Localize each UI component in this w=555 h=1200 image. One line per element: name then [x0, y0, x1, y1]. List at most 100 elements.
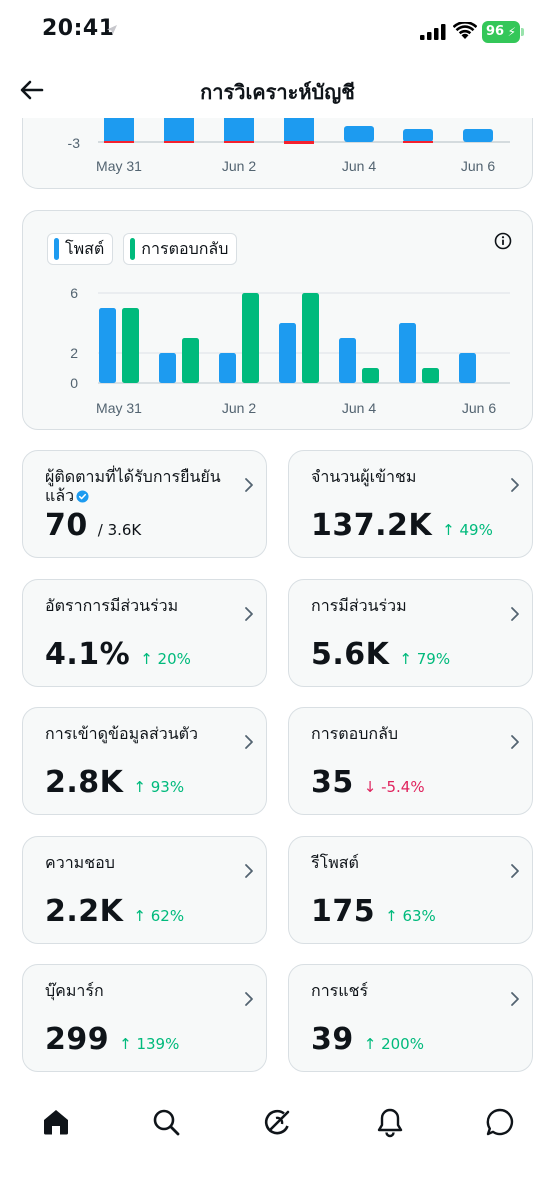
replies-bar[interactable] [122, 308, 139, 383]
metric-card[interactable]: อัตราการมีส่วนร่วม 4.1% ↑ 20% [22, 579, 267, 687]
metric-card[interactable]: ผู้ติดตามที่ได้รับการยืนยันแล้ว 70 / 3.6K [22, 450, 267, 558]
charging-bolt-icon: ⚡ [507, 25, 516, 39]
notifications-icon[interactable] [374, 1106, 406, 1138]
x-tick-label: Jun 4 [342, 158, 376, 174]
replies-bar[interactable] [362, 368, 379, 383]
metric-card[interactable]: บุ๊คมาร์ก 299 ↑ 139% [22, 964, 267, 1072]
top-bar-negative [284, 141, 314, 144]
metric-label: อัตราการมีส่วนร่วม [45, 596, 235, 615]
replies-bar[interactable] [422, 368, 439, 383]
chevron-right-icon [511, 864, 519, 878]
metric-label-text: อัตราการมีส่วนร่วม [45, 596, 179, 615]
metric-label: ผู้ติดตามที่ได้รับการยืนยันแล้ว [45, 467, 235, 505]
metric-card[interactable]: การมีส่วนร่วม 5.6K ↑ 79% [288, 579, 533, 687]
metric-value: 5.6K [311, 637, 390, 672]
search-icon[interactable] [150, 1106, 182, 1138]
messages-icon[interactable] [484, 1106, 516, 1138]
top-bar [164, 118, 194, 142]
chevron-right-icon [245, 607, 253, 621]
metric-label-text: ความชอบ [45, 853, 115, 872]
metric-change: ↑ 93% [133, 778, 185, 796]
top-bar [403, 129, 433, 142]
x-tick-label: May 31 [96, 158, 142, 174]
top-bar [463, 129, 493, 142]
home-icon[interactable] [40, 1106, 72, 1138]
grok-icon[interactable] [262, 1106, 294, 1138]
metric-value-row: 2.8K ↑ 93% [45, 765, 184, 800]
posts-bar[interactable] [279, 323, 296, 383]
metric-value: 2.2K [45, 894, 124, 929]
posts-bar[interactable] [459, 353, 476, 383]
top-bar-negative [104, 141, 134, 143]
metric-label: บุ๊คมาร์ก [45, 981, 235, 1000]
chevron-right-icon [245, 992, 253, 1006]
metric-value-row: 137.2K ↑ 49% [311, 508, 493, 543]
bottom-navigation [0, 1090, 555, 1160]
wifi-icon [453, 22, 477, 39]
metric-value: 39 [311, 1022, 354, 1057]
metric-value-row: 70 / 3.6K [45, 508, 141, 543]
replies-bar[interactable] [182, 338, 199, 383]
posts-bar[interactable] [219, 353, 236, 383]
metric-label-text: การตอบกลับ [311, 724, 399, 743]
battery-cap [521, 28, 524, 36]
chevron-right-icon [511, 607, 519, 621]
x-tick-label: Jun 6 [461, 158, 495, 174]
y-tick-label: -3 [68, 135, 81, 151]
metric-label-text: จำนวนผู้เข้าชม [311, 467, 417, 486]
metric-card[interactable]: จำนวนผู้เข้าชม 137.2K ↑ 49% [288, 450, 533, 558]
metric-change: ↑ 139% [119, 1035, 180, 1053]
metric-change: ↑ 79% [399, 650, 451, 668]
posts-bar[interactable] [339, 338, 356, 383]
metric-card[interactable]: ความชอบ 2.2K ↑ 62% [22, 836, 267, 944]
metric-value-row: 2.2K ↑ 62% [45, 894, 184, 929]
x-tick-label: Jun 2 [222, 158, 256, 174]
chevron-right-icon [511, 478, 519, 492]
metric-value-row: 299 ↑ 139% [45, 1022, 179, 1057]
metric-total: / 3.6K [97, 521, 142, 539]
top-bar [284, 118, 314, 142]
x-tick-label: Jun 2 [222, 400, 256, 416]
metric-label: รีโพสต์ [311, 853, 501, 872]
metric-label-text: การแชร์ [311, 981, 369, 1000]
verified-badge-icon [76, 490, 89, 503]
metric-change: ↑ 49% [442, 521, 493, 539]
metric-value: 2.8K [45, 765, 124, 800]
metric-value: 175 [311, 894, 376, 929]
chevron-right-icon [511, 735, 519, 749]
metric-value: 137.2K [311, 508, 433, 543]
metric-change: ↑ 20% [140, 650, 191, 668]
metric-label: ความชอบ [45, 853, 235, 872]
posts-bar[interactable] [99, 308, 116, 383]
metric-label: การตอบกลับ [311, 724, 501, 743]
metric-label: จำนวนผู้เข้าชม [311, 467, 501, 486]
metric-label-text: การมีส่วนร่วม [311, 596, 407, 615]
posts-replies-chart: 0 2 6 May 31 Jun 2 Jun 4 Jun 6 [70, 285, 510, 416]
metric-card[interactable]: การแชร์ 39 ↑ 200% [288, 964, 533, 1072]
battery-indicator: 96 ⚡ [482, 21, 520, 43]
replies-bar[interactable] [302, 293, 319, 383]
posts-bar[interactable] [159, 353, 176, 383]
metric-label-text: ผู้ติดตามที่ได้รับการยืนยันแล้ว [45, 467, 221, 505]
metric-change: ↓ -5.4% [363, 778, 425, 796]
y-tick-label: 2 [70, 345, 78, 361]
metric-change: ↑ 200% [363, 1035, 424, 1053]
replies-bar[interactable] [242, 293, 259, 383]
chevron-right-icon [511, 992, 519, 1006]
chevron-right-icon [245, 735, 253, 749]
page-title: การวิเคราะห์บัญชี [200, 80, 355, 104]
top-bar [224, 118, 254, 142]
metric-value: 35 [311, 765, 354, 800]
metric-card[interactable]: รีโพสต์ 175 ↑ 63% [288, 836, 533, 944]
posts-bar[interactable] [399, 323, 416, 383]
metric-card[interactable]: การเข้าดูข้อมูลส่วนตัว 2.8K ↑ 93% [22, 707, 267, 815]
status-bar: 20:41 96 ⚡ [0, 0, 555, 62]
metric-card[interactable]: การตอบกลับ 35 ↓ -5.4% [288, 707, 533, 815]
location-arrow-icon [107, 25, 117, 35]
cellular-signal-icon [420, 24, 446, 40]
metric-label: การมีส่วนร่วม [311, 596, 501, 615]
x-tick-label: Jun 4 [342, 400, 376, 416]
top-bar-negative [403, 141, 433, 143]
top-bar [344, 126, 374, 142]
metric-value: 70 [45, 508, 88, 543]
